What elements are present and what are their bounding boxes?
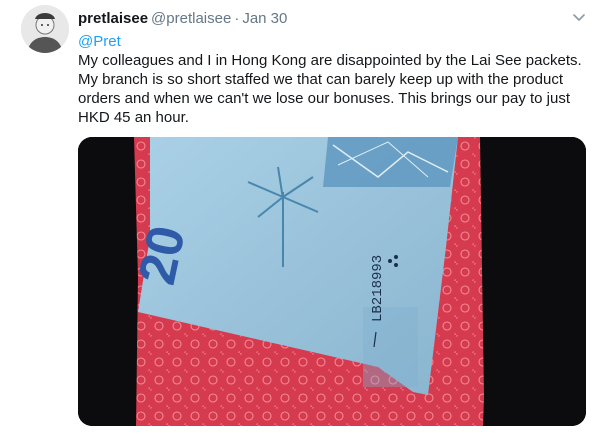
separator: · <box>234 10 240 27</box>
tweet-photo[interactable]: 20 LB218993 <box>78 137 586 426</box>
tweet: pretlaisee @pretlaisee · Jan 30 @Pret My co… <box>0 0 600 436</box>
tweet-header: pretlaisee @pretlaisee · Jan 30 <box>78 9 287 29</box>
tweet-text: @Pret My colleagues and I in Hong Kong a… <box>78 32 590 127</box>
display-name[interactable]: pretlaisee <box>78 10 148 27</box>
banknote-denomination: 20 <box>128 221 197 290</box>
timestamp[interactable]: Jan 30 <box>242 10 287 27</box>
avatar[interactable] <box>21 5 69 53</box>
tweet-text-line: HKD 45 an hour. <box>78 109 189 126</box>
tweet-text-line: orders and when we can't we lose our bon… <box>78 90 571 107</box>
tweet-text-line: My branch is so short staffed we that ca… <box>78 71 563 88</box>
mention-link[interactable]: @Pret <box>78 32 590 51</box>
chevron-down-icon[interactable] <box>570 10 588 26</box>
user-handle[interactable]: @pretlaisee <box>151 10 231 27</box>
banknote-serial: LB218993 <box>370 255 386 322</box>
user-avatar-icon <box>21 5 69 53</box>
lai-see-photo: 20 LB218993 <box>78 137 586 426</box>
tweet-text-line: My colleagues and I in Hong Kong are dis… <box>78 52 582 69</box>
